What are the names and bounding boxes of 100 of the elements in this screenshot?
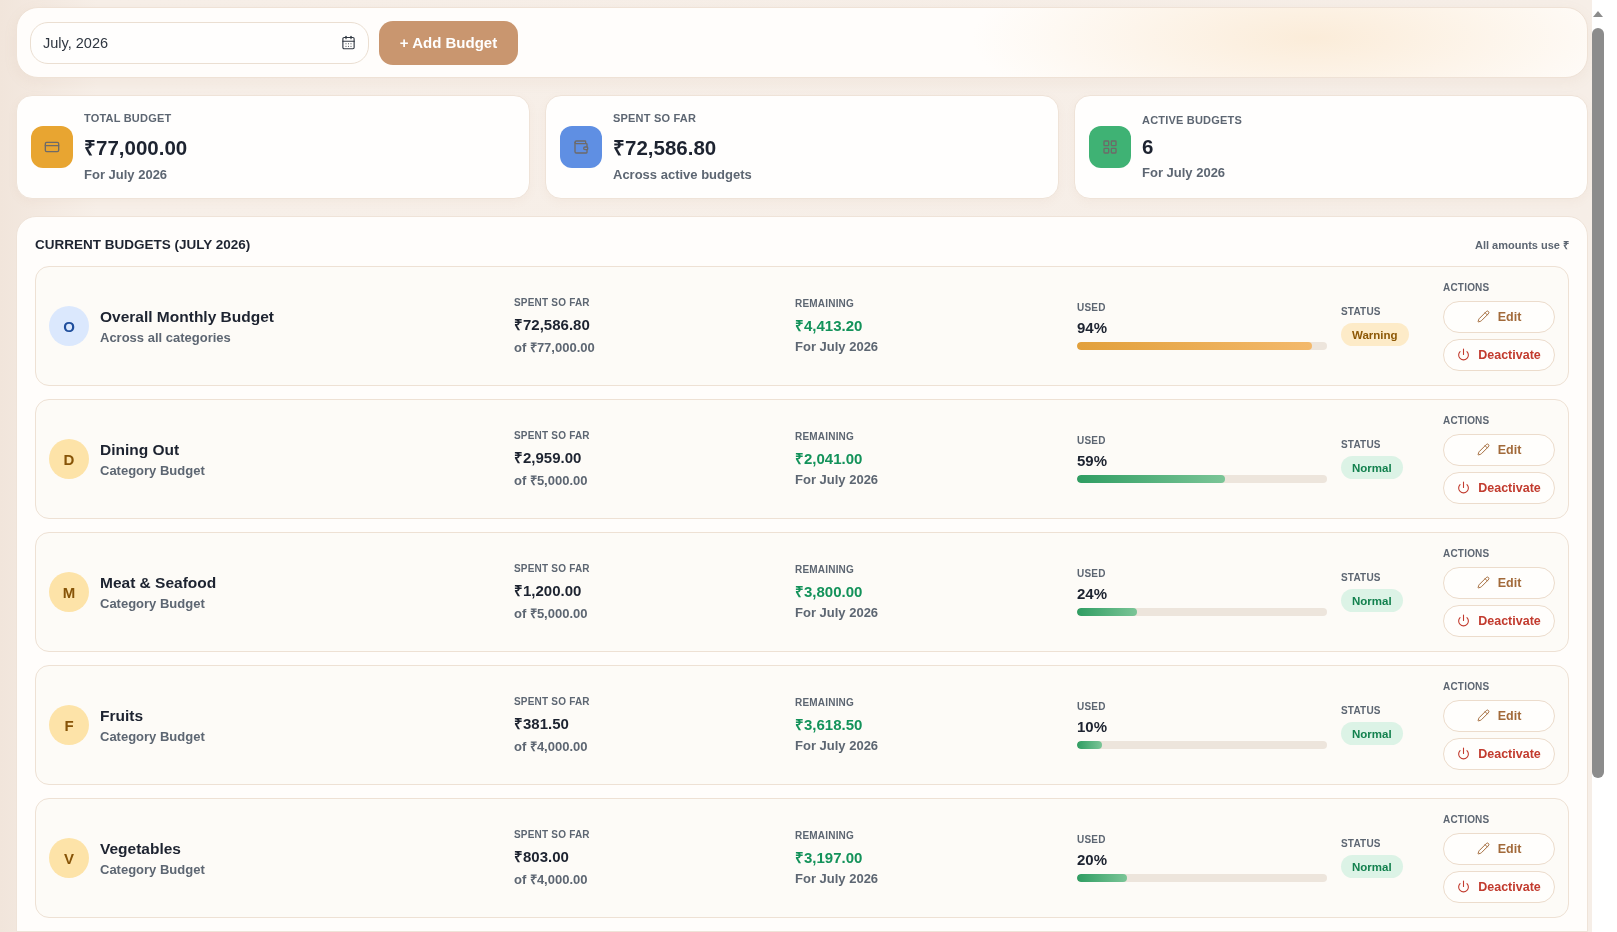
status-badge: Normal <box>1341 722 1403 745</box>
budget-name: Vegetables <box>100 839 181 858</box>
column-label: SPENT SO FAR <box>514 562 590 574</box>
grid-icon <box>1102 139 1118 155</box>
column-label: STATUS <box>1341 439 1381 450</box>
initial-avatar: D <box>49 439 89 479</box>
spent-amount: ₹2,959.00 <box>514 447 582 467</box>
pencil-icon <box>1476 576 1490 589</box>
budget-limit: of ₹4,000.00 <box>514 870 588 888</box>
used-percent: 24% <box>1077 585 1108 602</box>
summary-value: 6 <box>1142 135 1154 159</box>
column-label: USED <box>1077 568 1106 579</box>
deactivate-button[interactable]: Deactivate <box>1443 737 1555 770</box>
column-label: STATUS <box>1341 705 1381 716</box>
pencil-icon <box>1476 443 1490 456</box>
column-label: ACTIONS <box>1443 813 1491 825</box>
panel-title: CURRENT BUDGETS (JULY 2026) <box>35 236 251 252</box>
period-note: For July 2026 <box>795 472 879 487</box>
remaining-amount: ₹2,041.00 <box>795 449 863 468</box>
spent-amount: ₹1,200.00 <box>514 580 582 600</box>
column-label: USED <box>1077 834 1106 845</box>
spent-amount: ₹803.00 <box>514 846 569 866</box>
column-label: SPENT SO FAR <box>514 429 590 441</box>
pencil-icon <box>1476 310 1490 323</box>
status-badge: Normal <box>1341 855 1403 878</box>
period-note: For July 2026 <box>795 605 879 620</box>
power-icon <box>1457 481 1471 494</box>
edit-button[interactable]: Edit <box>1443 433 1555 466</box>
column-label: ACTIONS <box>1443 547 1491 559</box>
edit-button[interactable]: Edit <box>1443 832 1555 865</box>
summary-label: TOTAL BUDGET <box>84 112 172 124</box>
edit-button[interactable]: Edit <box>1443 566 1555 599</box>
column-label: ACTIONS <box>1443 414 1491 426</box>
budget-name: Meat & Seafood <box>100 573 217 592</box>
edit-button[interactable]: Edit <box>1443 300 1555 333</box>
remaining-amount: ₹3,618.50 <box>795 715 863 734</box>
summary-label: SPENT SO FAR <box>613 112 697 124</box>
month-field[interactable]: July, 2026 <box>30 21 369 64</box>
column-label: REMAINING <box>795 564 855 575</box>
column-label: STATUS <box>1341 572 1381 583</box>
wallet-icon <box>573 139 589 155</box>
column-label: SPENT SO FAR <box>514 695 590 707</box>
pencil-icon <box>1476 842 1490 855</box>
edit-button[interactable]: Edit <box>1443 699 1555 732</box>
remaining-amount: ₹4,413.20 <box>795 316 863 335</box>
period-note: For July 2026 <box>795 339 879 354</box>
column-label: ACTIONS <box>1443 281 1491 293</box>
budget-subtitle: Across all categories <box>100 329 231 345</box>
budget-subtitle: Category Budget <box>100 861 205 877</box>
initial-avatar: M <box>49 572 89 612</box>
used-percent: 10% <box>1077 718 1108 735</box>
budget-name: Dining Out <box>100 440 180 459</box>
column-label: REMAINING <box>795 298 855 309</box>
remaining-amount: ₹3,197.00 <box>795 848 863 867</box>
budget-subtitle: Category Budget <box>100 595 205 611</box>
power-icon <box>1457 348 1471 361</box>
deactivate-button[interactable]: Deactivate <box>1443 471 1555 504</box>
status-badge: Normal <box>1341 589 1403 612</box>
summary-note: For July 2026 <box>1142 165 1226 180</box>
budget-limit: of ₹77,000.00 <box>514 338 595 356</box>
column-label: USED <box>1077 701 1106 712</box>
column-label: REMAINING <box>795 431 855 442</box>
column-label: USED <box>1077 435 1106 446</box>
column-label: USED <box>1077 302 1106 313</box>
initial-avatar: O <box>49 306 89 346</box>
deactivate-button[interactable]: Deactivate <box>1443 338 1555 371</box>
summary-label: ACTIVE BUDGETS <box>1142 114 1242 126</box>
power-icon <box>1457 614 1471 627</box>
column-label: STATUS <box>1341 838 1381 849</box>
period-note: For July 2026 <box>795 871 879 886</box>
column-label: ACTIONS <box>1443 680 1491 692</box>
summary-value: ₹77,000.00 <box>84 135 188 161</box>
spent-amount: ₹381.50 <box>514 713 569 733</box>
used-percent: 20% <box>1077 851 1108 868</box>
column-label: STATUS <box>1341 306 1381 317</box>
budget-name: Overall Monthly Budget <box>100 307 274 326</box>
used-percent: 59% <box>1077 452 1108 469</box>
summary-note: For July 2026 <box>84 167 168 182</box>
budget-limit: of ₹5,000.00 <box>514 604 588 622</box>
power-icon <box>1457 880 1471 893</box>
power-icon <box>1457 747 1471 760</box>
column-label: REMAINING <box>795 697 855 708</box>
column-label: SPENT SO FAR <box>514 828 590 840</box>
column-label: SPENT SO FAR <box>514 296 590 308</box>
spent-amount: ₹72,586.80 <box>514 314 590 334</box>
initial-avatar: F <box>49 705 89 745</box>
column-label: REMAINING <box>795 830 855 841</box>
currency-note: All amounts use ₹ <box>1474 237 1569 252</box>
budget-subtitle: Category Budget <box>100 462 205 478</box>
period-note: For July 2026 <box>795 738 879 753</box>
deactivate-button[interactable]: Deactivate <box>1443 604 1555 637</box>
remaining-amount: ₹3,800.00 <box>795 582 863 601</box>
budget-subtitle: Category Budget <box>100 728 205 744</box>
status-badge: Normal <box>1341 456 1403 479</box>
summary-note: Across active budgets <box>613 167 752 182</box>
calendar-icon[interactable] <box>341 35 356 50</box>
budget-limit: of ₹4,000.00 <box>514 737 588 755</box>
deactivate-button[interactable]: Deactivate <box>1443 870 1555 903</box>
pencil-icon <box>1476 709 1490 722</box>
scrollbar[interactable] <box>1592 0 1617 932</box>
